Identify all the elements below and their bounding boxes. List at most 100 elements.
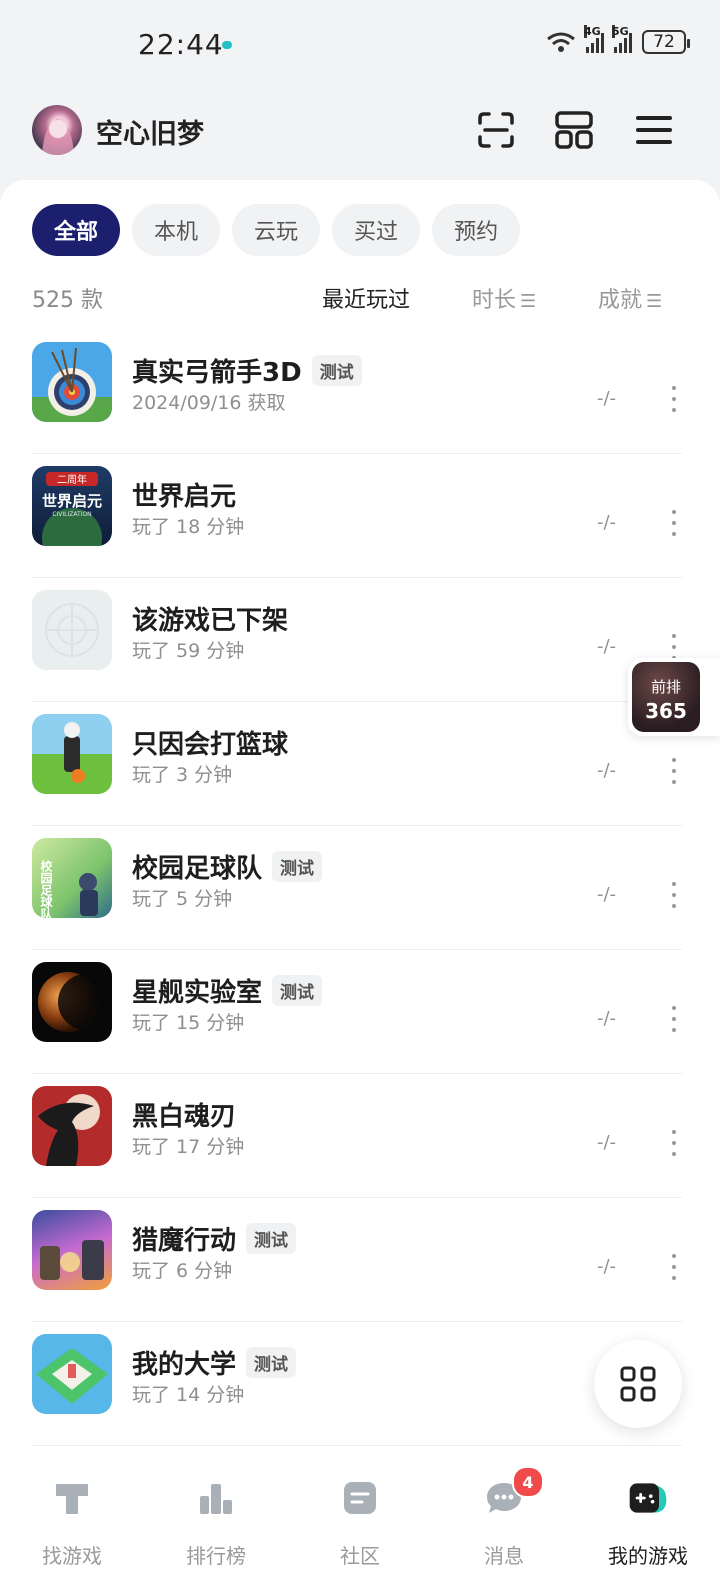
status-right: 4G 5G 72 (546, 25, 690, 54)
nav-ranking[interactable]: 排行榜 (144, 1456, 288, 1584)
game-achievement: -/- (597, 884, 617, 905)
icon-title-text: 校园足球队 (39, 859, 53, 918)
game-name: 真实弓箭手3D 测试 (132, 352, 362, 389)
game-row[interactable]: 黑白魂刃 玩了 17 分钟 -/- (32, 1074, 682, 1198)
layout-grid-icon[interactable] (552, 108, 596, 152)
more-options-icon[interactable] (670, 882, 678, 908)
more-options-icon[interactable] (670, 1006, 678, 1032)
find-game-icon (50, 1476, 94, 1520)
sort-duration[interactable]: 时长 ☰ (472, 282, 536, 314)
more-options-icon[interactable] (670, 634, 678, 660)
ranking-icon (194, 1476, 238, 1520)
header: 空心旧梦 (0, 100, 720, 160)
nav-community[interactable]: 社区 (288, 1456, 432, 1584)
avatar[interactable] (32, 105, 82, 155)
sort-icon: ☰ (520, 291, 537, 312)
floating-rank-widget[interactable]: 前排 365 (628, 658, 720, 736)
game-row[interactable]: 二周年 世界启元 CIVILIZATION 世界启元 玩了 18 分钟 -/- (32, 454, 682, 578)
game-achievement: -/- (597, 1256, 617, 1277)
game-title: 校园足球队 (132, 854, 263, 884)
game-title: 猎魔行动 (132, 1226, 237, 1256)
nav-label: 消息 (484, 1544, 524, 1568)
nav-label: 社区 (340, 1544, 380, 1568)
game-row[interactable]: 校园足球队 校园足球队 测试 玩了 5 分钟 -/- (32, 826, 682, 950)
tab-cloud[interactable]: 云玩 (232, 204, 321, 256)
game-row[interactable]: 只因会打篮球 玩了 3 分钟 -/- (32, 702, 682, 826)
school-football-game-icon: 校园足球队 (32, 838, 112, 918)
more-options-icon[interactable] (670, 1130, 678, 1156)
nav-my-games[interactable]: 我的游戏 (576, 1456, 720, 1584)
grid-fab-button[interactable] (594, 1340, 682, 1428)
game-playtime: 玩了 5 分钟 (132, 888, 233, 910)
status-time: 22:44 (138, 28, 224, 61)
username[interactable]: 空心旧梦 (96, 112, 204, 151)
signal-5g-icon: 5G (612, 25, 632, 53)
avatar-art-icon (42, 119, 74, 155)
rank-label: 前排 (650, 678, 681, 696)
more-options-icon[interactable] (670, 386, 678, 412)
nav-label: 排行榜 (186, 1544, 246, 1568)
tab-local[interactable]: 本机 (132, 204, 221, 256)
game-playtime: 玩了 59 分钟 (132, 640, 245, 662)
placeholder-game-icon (32, 590, 112, 670)
game-playtime: 玩了 17 分钟 (132, 1136, 245, 1158)
rank-number: 365 (645, 699, 687, 723)
game-title: 星舰实验室 (132, 978, 263, 1008)
game-playtime: 玩了 15 分钟 (132, 1012, 245, 1034)
filter-tabs: 全部 本机 云玩 买过 预约 (32, 204, 521, 256)
icon-anniversary-text: 二周年 (57, 473, 87, 486)
game-title: 世界启元 (132, 482, 237, 512)
game-row[interactable]: 真实弓箭手3D 测试 2024/09/16 获取 -/- (32, 330, 682, 454)
game-playtime: 2024/09/16 获取 (132, 392, 286, 414)
game-title: 真实弓箭手3D (132, 358, 302, 388)
tab-reserved[interactable]: 预约 (432, 204, 521, 256)
game-row[interactable]: 该游戏已下架 玩了 59 分钟 -/- (32, 578, 682, 702)
planet-game-icon (32, 962, 112, 1042)
tab-all[interactable]: 全部 (32, 204, 121, 256)
game-row[interactable]: 星舰实验室 测试 玩了 15 分钟 -/- (32, 950, 682, 1074)
nav-label: 找游戏 (42, 1544, 102, 1568)
sort-icon: ☰ (646, 291, 663, 312)
game-title: 我的大学 (132, 1350, 237, 1380)
sort-duration-label: 时长 (472, 288, 517, 313)
nav-message[interactable]: 4 消息 (432, 1456, 576, 1584)
test-badge: 测试 (246, 1347, 297, 1378)
tab-purchased[interactable]: 买过 (332, 204, 421, 256)
test-badge: 测试 (272, 975, 323, 1006)
game-title: 只因会打篮球 (132, 730, 289, 760)
test-badge: 测试 (272, 851, 323, 882)
more-options-icon[interactable] (670, 758, 678, 784)
game-row[interactable]: 我的大学 测试 玩了 14 分钟 (32, 1322, 682, 1446)
more-options-icon[interactable] (670, 510, 678, 536)
demon-hunt-game-icon (32, 1210, 112, 1290)
grid-icon (620, 1366, 656, 1402)
nav-find-game[interactable]: 找游戏 (0, 1456, 144, 1584)
game-achievement: -/- (597, 1008, 617, 1029)
more-options-icon[interactable] (670, 1254, 678, 1280)
sort-recent[interactable]: 最近玩过 (322, 282, 410, 314)
game-playtime: 玩了 6 分钟 (132, 1260, 233, 1282)
nav-label: 我的游戏 (608, 1544, 688, 1568)
game-row[interactable]: 猎魔行动 测试 玩了 6 分钟 -/- (32, 1198, 682, 1322)
civilization-game-icon: 二周年 世界启元 CIVILIZATION (32, 466, 112, 546)
net2-label: 5G (612, 25, 629, 38)
archery-game-icon (32, 342, 112, 422)
game-list: 真实弓箭手3D 测试 2024/09/16 获取 -/- 二周年 世界启元 CIV… (32, 330, 682, 1460)
scan-icon[interactable] (474, 108, 518, 152)
game-achievement: -/- (597, 1132, 617, 1153)
game-name: 猎魔行动 测试 (132, 1220, 297, 1257)
game-count: 525 款 (32, 288, 103, 313)
game-playtime: 玩了 14 分钟 (132, 1384, 245, 1406)
test-badge: 测试 (246, 1223, 297, 1254)
message-icon: 4 (482, 1466, 544, 1520)
community-icon (338, 1476, 382, 1520)
icon-en-text: CIVILIZATION (52, 511, 91, 518)
status-dot-icon (222, 41, 232, 49)
battery-icon: 72 (642, 30, 690, 54)
game-title: 黑白魂刃 (132, 1102, 237, 1132)
sort-achievement[interactable]: 成就 ☰ (598, 282, 662, 314)
menu-icon[interactable] (632, 108, 676, 152)
basketball-game-icon (32, 714, 112, 794)
shadow-blade-game-icon (32, 1086, 112, 1166)
game-title: 该游戏已下架 (132, 606, 289, 636)
